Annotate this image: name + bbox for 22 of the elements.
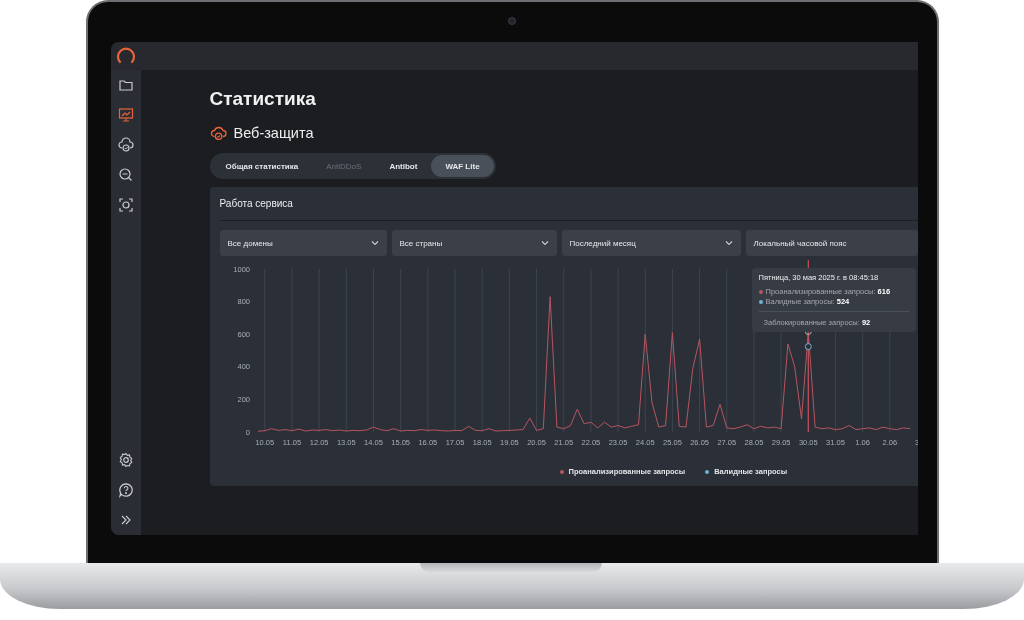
settings-icon[interactable] [117,452,134,468]
dropdown[interactable]: Все домены [219,230,387,256]
scan-frame-icon[interactable] [117,197,134,213]
dropdown[interactable]: Локальный часовой пояс [745,230,918,256]
help-icon[interactable] [117,482,134,498]
dropdown[interactable]: Последний месяц [561,230,741,256]
tab[interactable]: Общая статистика [211,155,313,177]
chevron-icon [370,240,379,246]
camera-icon [508,17,516,25]
magnifier-icon[interactable] [117,167,134,183]
dropdown[interactable]: Все страны [391,230,557,256]
cloud-shield-icon[interactable] [117,137,134,153]
card-title: Работа сервиса [219,187,918,221]
tab[interactable]: Antibot [375,155,432,177]
chevron-icon [540,240,549,246]
cloud-shield-icon [209,124,227,142]
page-title: Статистика [209,87,316,111]
tab[interactable]: WAF Lite [431,155,494,177]
section-title: Веб-защита [233,124,314,143]
chevron-icon [724,240,733,246]
folder-icon[interactable] [117,77,134,93]
monitor-chart-icon[interactable] [117,107,134,123]
